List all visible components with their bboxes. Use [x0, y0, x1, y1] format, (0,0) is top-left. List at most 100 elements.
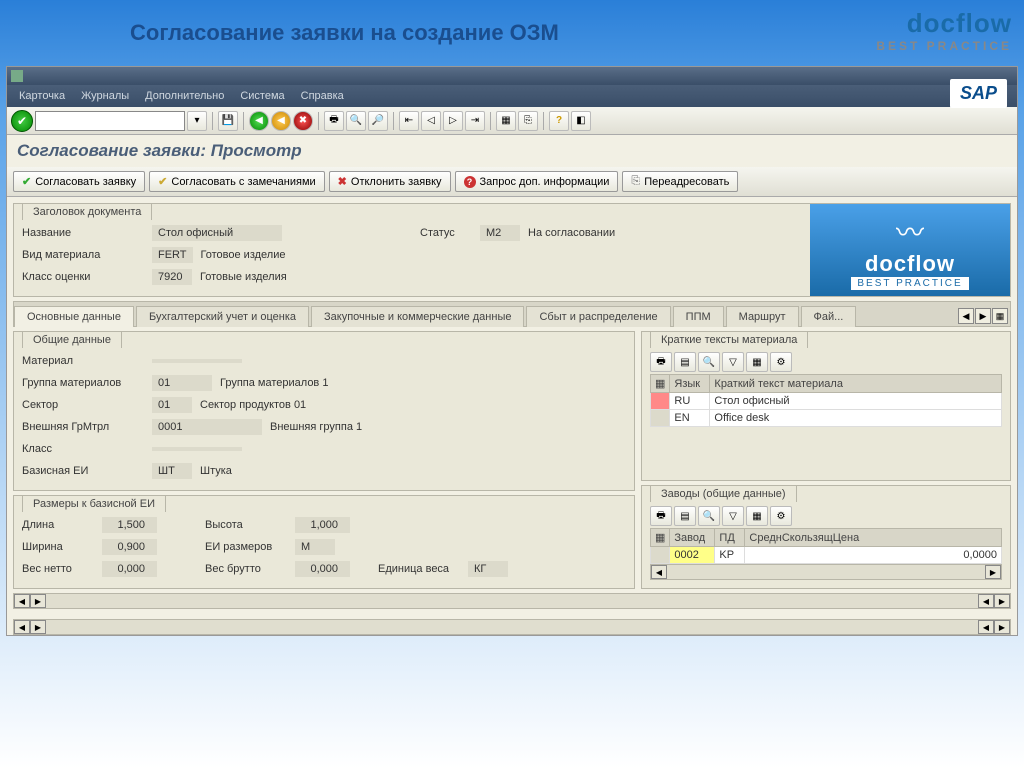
find-icon[interactable]: 🔍	[346, 111, 366, 131]
menu-journals[interactable]: Журналы	[73, 90, 137, 102]
approve-button[interactable]: Согласовать заявку	[13, 171, 145, 192]
tab-basic-data[interactable]: Основные данные	[14, 306, 134, 327]
baseunit-label: Базисная ЕИ	[22, 465, 152, 477]
tab-sales[interactable]: Сбыт и распределение	[526, 306, 670, 327]
page-title: Согласование заявки: Просмотр	[7, 135, 1017, 167]
tab-file[interactable]: Фай...	[801, 306, 857, 327]
name-label: Название	[22, 227, 152, 239]
find-icon[interactable]: 🔍	[698, 506, 720, 526]
find-next-icon[interactable]: 🔎	[368, 111, 388, 131]
scroll-left-icon[interactable]: ◀	[14, 594, 30, 608]
command-field[interactable]	[35, 111, 185, 131]
settings-icon[interactable]: ⚙	[770, 352, 792, 372]
tab-list-icon[interactable]: ▦	[992, 308, 1008, 324]
layout-icon[interactable]: ▦	[746, 506, 768, 526]
menu-help[interactable]: Справка	[293, 90, 352, 102]
shortcut-icon[interactable]: ⎘	[518, 111, 538, 131]
scroll-left-end-icon[interactable]: ◀	[978, 594, 994, 608]
dimunit-label: ЕИ размеров	[205, 541, 295, 553]
last-page-icon[interactable]: ⇥	[465, 111, 485, 131]
class-value	[152, 447, 242, 451]
prev-page-icon[interactable]: ◁	[421, 111, 441, 131]
settings-icon[interactable]: ⚙	[770, 506, 792, 526]
reject-button[interactable]: Отклонить заявку	[329, 171, 451, 192]
scroll-right-end-icon[interactable]: ▶	[994, 594, 1010, 608]
tab-scroll-right-icon[interactable]: ▶	[975, 308, 991, 324]
x-red-icon	[338, 175, 347, 188]
find-icon[interactable]: 🔍	[698, 352, 720, 372]
first-page-icon[interactable]: ⇤	[399, 111, 419, 131]
tab-content-hscroll[interactable]: ◀ ▶ ◀ ▶	[13, 593, 1011, 609]
scroll-right-icon[interactable]: ▶	[30, 594, 46, 608]
tab-purchasing[interactable]: Закупочные и коммерческие данные	[311, 306, 524, 327]
table-row[interactable]: ENOffice desk	[651, 410, 1002, 427]
row-selector-header[interactable]: ▦	[651, 375, 670, 393]
cancel-icon[interactable]: ✖	[293, 111, 313, 131]
header-group: Заголовок документа Название Стол офисны…	[13, 203, 1011, 297]
back-icon[interactable]: ◀	[249, 111, 269, 131]
action-toolbar: Согласовать заявку Согласовать с замечан…	[7, 167, 1017, 197]
export-icon[interactable]: ▤	[674, 352, 696, 372]
dimensions-group-title: Размеры к базисной ЕИ	[22, 495, 166, 512]
filter-icon[interactable]: ▽	[722, 352, 744, 372]
weightunit-label: Единица веса	[378, 563, 468, 575]
tab-ppm[interactable]: ППМ	[673, 306, 724, 327]
scroll-right-icon[interactable]: ▶	[985, 565, 1001, 579]
col-text[interactable]: Краткий текст материала	[710, 375, 1002, 393]
valclass-label: Класс оценки	[22, 271, 152, 283]
forward-button[interactable]: Переадресовать	[622, 171, 738, 192]
request-info-button[interactable]: Запрос доп. информации	[455, 171, 619, 192]
scroll-right-end-icon[interactable]: ▶	[994, 620, 1010, 634]
print-icon[interactable]: 🖶	[324, 111, 344, 131]
dropdown-icon[interactable]: ▾	[187, 111, 207, 131]
check-yellow-icon	[158, 175, 167, 188]
valclass-code: 7920	[152, 269, 192, 285]
tab-scroll-left-icon[interactable]: ◀	[958, 308, 974, 324]
filter-icon[interactable]: ▽	[722, 506, 744, 526]
table-row[interactable]: 0002KP0,0000	[651, 547, 1002, 564]
tab-accounting[interactable]: Бухгалтерский учет и оценка	[136, 306, 309, 327]
matgroup-label: Группа материалов	[22, 377, 152, 389]
layout-icon[interactable]: ▦	[746, 352, 768, 372]
row-selector-header[interactable]: ▦	[651, 529, 670, 547]
class-label: Класс	[22, 443, 152, 455]
save-icon[interactable]: 💾	[218, 111, 238, 131]
scroll-left-icon[interactable]: ◀	[14, 620, 30, 634]
sap-logo: SAP	[950, 79, 1007, 108]
enter-icon[interactable]: ✔	[11, 110, 33, 132]
tab-route[interactable]: Маршрут	[726, 306, 799, 327]
menu-additional[interactable]: Дополнительно	[137, 90, 232, 102]
sap-menubar: Карточка Журналы Дополнительно Система С…	[7, 85, 1017, 107]
shorttext-table: ▦ЯзыкКраткий текст материала RUСтол офис…	[650, 374, 1002, 427]
plants-hscroll[interactable]: ◀ ▶	[650, 564, 1002, 580]
baseunit-code: ШТ	[152, 463, 192, 479]
print-icon[interactable]: 🖶	[650, 352, 672, 372]
layout-icon[interactable]: ◧	[571, 111, 591, 131]
export-icon[interactable]: ▤	[674, 506, 696, 526]
scroll-right-icon[interactable]: ▶	[30, 620, 46, 634]
mattype-code: FERT	[152, 247, 193, 263]
window-hscroll[interactable]: ◀ ▶ ◀ ▶	[13, 619, 1011, 635]
col-lang[interactable]: Язык	[670, 375, 710, 393]
exit-icon[interactable]: ◀	[271, 111, 291, 131]
help-icon[interactable]: ?	[549, 111, 569, 131]
menu-card[interactable]: Карточка	[11, 90, 73, 102]
extgroup-code: 0001	[152, 419, 262, 435]
approve-notes-button[interactable]: Согласовать с замечаниями	[149, 171, 325, 192]
length-label: Длина	[22, 519, 102, 531]
next-page-icon[interactable]: ▷	[443, 111, 463, 131]
scroll-left-icon[interactable]: ◀	[651, 565, 667, 579]
print-icon[interactable]: 🖶	[650, 506, 672, 526]
col-plant[interactable]: Завод	[670, 529, 715, 547]
scroll-left-end-icon[interactable]: ◀	[978, 620, 994, 634]
height-label: Высота	[205, 519, 295, 531]
gross-label: Вес брутто	[205, 563, 295, 575]
shorttext-toolbar: 🖶 ▤ 🔍 ▽ ▦ ⚙	[650, 350, 1002, 374]
table-row[interactable]: RUСтол офисный	[651, 393, 1002, 410]
col-price[interactable]: СреднСкользящЦена	[745, 529, 1002, 547]
new-session-icon[interactable]: ▦	[496, 111, 516, 131]
col-pd[interactable]: ПД	[715, 529, 745, 547]
sector-code: 01	[152, 397, 192, 413]
menu-system[interactable]: Система	[232, 90, 292, 102]
plants-group-title: Заводы (общие данные)	[650, 485, 797, 502]
